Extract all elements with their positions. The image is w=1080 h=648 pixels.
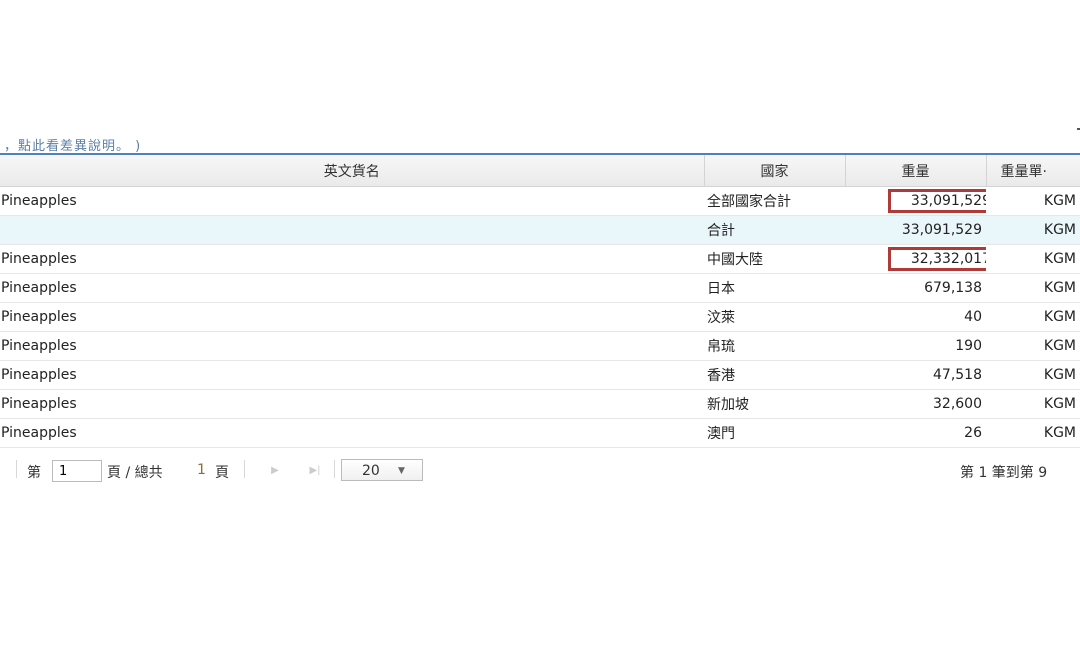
column-header-country[interactable]: 國家 [704, 155, 846, 187]
cell-country: 帛琉 [704, 331, 845, 361]
highlight-box: 33,091,529 [887, 189, 986, 213]
pager-divider [244, 460, 245, 478]
table-row: Pineapples 香港 47,518 KGM [0, 360, 1080, 390]
cell-name: Pineapples [0, 389, 704, 419]
cell-name: Pineapples [0, 186, 704, 216]
cell-unit: KGM [986, 244, 1080, 274]
cell-unit: KGM [986, 389, 1080, 419]
cell-country: 香港 [704, 360, 845, 390]
pager-page-suffix-label: 頁 / 總共 [107, 465, 163, 481]
table-header-row: 英文貨名 國家 重量 重量單· [0, 155, 1080, 187]
chevron-down-icon: ▼ [398, 466, 405, 476]
table-row: Pineapples 帛琉 190 KGM [0, 331, 1080, 361]
column-header-name[interactable]: 英文貨名 [0, 155, 705, 187]
cell-weight: 190 [845, 331, 986, 361]
cell-unit: KGM [986, 418, 1080, 448]
cell-country: 日本 [704, 273, 845, 303]
cell-unit: KGM [986, 215, 1080, 245]
highlight-box: 32,332,017 [887, 247, 986, 271]
cell-unit: KGM [986, 273, 1080, 303]
column-header-weight[interactable]: 重量 [845, 155, 987, 187]
cell-weight: 32,332,017 [845, 244, 986, 274]
cell-name: Pineapples [0, 418, 704, 448]
table-row: Pineapples 澳門 26 KGM [0, 418, 1080, 448]
cell-weight: 33,091,529 [845, 186, 986, 216]
pager-prefix-label: 第 [27, 465, 41, 481]
cell-country: 汶萊 [704, 302, 845, 332]
next-icon: ▶ [271, 465, 279, 476]
cell-name [0, 215, 704, 245]
last-icon: ▶| [309, 465, 321, 476]
pager-total-suffix-label: 頁 [215, 465, 229, 481]
cell-country: 澳門 [704, 418, 845, 448]
page-size-value: 20 [362, 463, 380, 479]
cell-country: 合計 [704, 215, 845, 245]
total-pages-value: 1 [197, 462, 206, 478]
pager-divider [16, 460, 17, 478]
table-row: Pineapples 汶萊 40 KGM [0, 302, 1080, 332]
page-size-select[interactable]: 20 ▼ [341, 459, 423, 481]
cell-weight: 32,600 [845, 389, 986, 419]
cell-name: Pineapples [0, 244, 704, 274]
last-page-button[interactable]: ▶| [300, 460, 330, 482]
table-row: Pineapples 新加坡 32,600 KGM [0, 389, 1080, 419]
pagination-bar: 第 頁 / 總共 1 頁 ▶ ▶| 20 ▼ 第 1 筆到第 9 [0, 456, 1080, 484]
next-page-button[interactable]: ▶ [260, 460, 290, 482]
cell-unit: KGM [986, 302, 1080, 332]
cell-country: 全部國家合計 [704, 186, 845, 216]
cell-name: Pineapples [0, 331, 704, 361]
cell-unit: KGM [986, 360, 1080, 390]
cell-country: 中國大陸 [704, 244, 845, 274]
pager-divider [334, 460, 335, 478]
cell-weight: 26 [845, 418, 986, 448]
cell-weight: 33,091,529 [845, 215, 986, 245]
record-range-text: 第 1 筆到第 9 [960, 465, 1048, 481]
table-row-subtotal: 合計 33,091,529 KGM [0, 215, 1080, 245]
column-header-unit[interactable]: 重量單· [986, 155, 1080, 187]
cell-weight: 679,138 [845, 273, 986, 303]
cell-unit: KGM [986, 331, 1080, 361]
table-row: Pineapples 全部國家合計 33,091,529 KGM [0, 186, 1080, 216]
cell-name: Pineapples [0, 302, 704, 332]
cell-weight: 47,518 [845, 360, 986, 390]
table-row: Pineapples 日本 679,138 KGM [0, 273, 1080, 303]
cell-weight: 40 [845, 302, 986, 332]
cell-unit: KGM [986, 186, 1080, 216]
results-table: 英文貨名 國家 重量 重量單· Pineapples 全部國家合計 33,091… [0, 155, 1080, 448]
difference-note-link[interactable]: ，點此看差異說明。 ) [4, 135, 141, 154]
cell-name: Pineapples [0, 360, 704, 390]
cell-country: 新加坡 [704, 389, 845, 419]
table-row: Pineapples 中國大陸 32,332,017 KGM [0, 244, 1080, 274]
page-number-input[interactable] [52, 460, 102, 482]
cell-name: Pineapples [0, 273, 704, 303]
